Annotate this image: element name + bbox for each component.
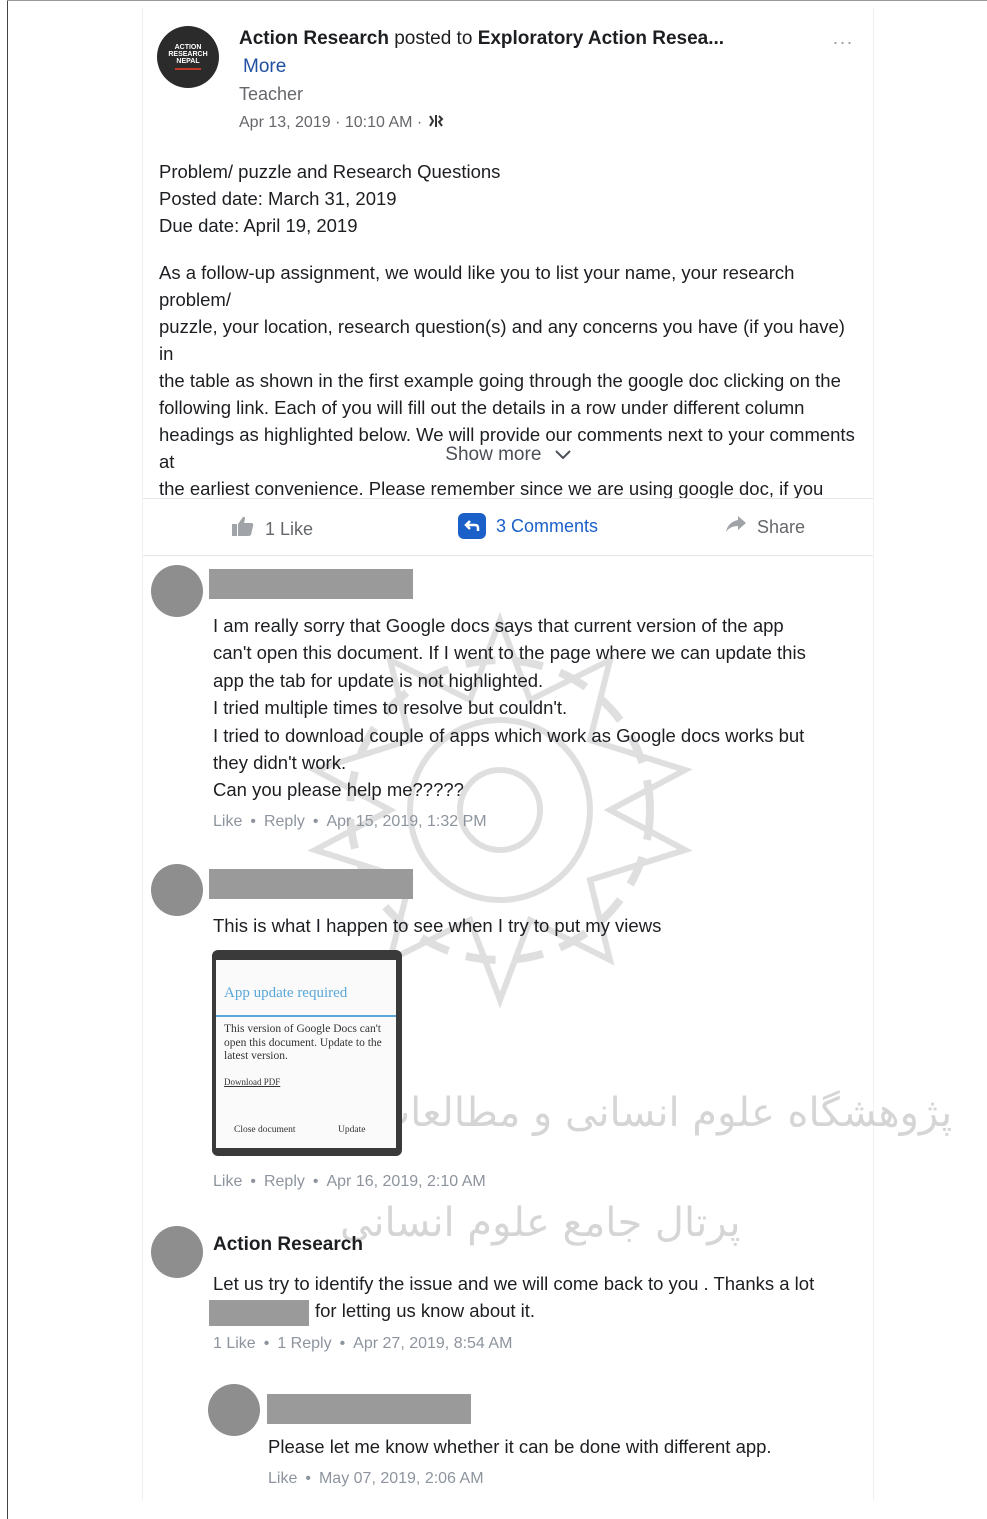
- audience-icon: [428, 113, 444, 133]
- post-heading-line: Problem/ puzzle and Research Questions: [159, 161, 501, 182]
- post-title-line: Action Research posted to Exploratory Ac…: [239, 28, 724, 50]
- author-link[interactable]: Action Research: [239, 28, 389, 49]
- post-dateline: Apr 13, 2019 · 10:10 AM ·: [239, 113, 444, 133]
- comment-meta: 1 Like • 1 Reply • Apr 27, 2019, 8:54 AM: [213, 1335, 513, 1352]
- redacted-name-bar: [209, 569, 413, 599]
- post-date[interactable]: Apr 13, 2019 · 10:10 AM ·: [239, 114, 422, 132]
- comment-reply-link[interactable]: Reply: [264, 813, 305, 830]
- commenter-avatar[interactable]: [151, 565, 203, 617]
- posted-to-text: posted to: [394, 28, 473, 49]
- post-header: ACTION RESEARCH NEPAL Action Research po…: [143, 8, 873, 148]
- page-border-left: [7, 0, 8, 1519]
- logo-text-2: RESEARCH: [168, 51, 208, 58]
- comment-meta: Like • Reply • Apr 15, 2019, 1:32 PM: [213, 813, 487, 830]
- post-body-line: As a follow-up assignment, we would like…: [159, 262, 795, 310]
- dialog-title: App update required: [224, 985, 348, 1001]
- comment-text: This is what I happen to see when I try …: [213, 915, 662, 936]
- reply-date[interactable]: May 07, 2019, 2:06 AM: [319, 1470, 484, 1487]
- thumbs-up-icon: [231, 515, 255, 543]
- logo-text-1: ACTION: [174, 44, 202, 51]
- post-body-line: puzzle, your location, research question…: [159, 316, 845, 364]
- dialog-download-link: Download PDF: [224, 1077, 281, 1087]
- comment-bubble-icon: [458, 513, 486, 539]
- reply-avatar[interactable]: [208, 1384, 260, 1436]
- like-count: 1 Like: [265, 518, 314, 539]
- comment-like-link[interactable]: 1 Like: [213, 1335, 256, 1352]
- share-label: Share: [757, 516, 806, 537]
- comment-text: I am really sorry that Google docs says …: [213, 612, 806, 804]
- post-heading-line: Posted date: March 31, 2019: [159, 188, 397, 209]
- post-body-line: following link. Each of you will fill ou…: [159, 397, 805, 418]
- comments-count: 3 Comments: [496, 515, 599, 536]
- comment-text-line: for letting us know about it.: [315, 1300, 536, 1321]
- dialog-close-button: Close document: [234, 1125, 296, 1135]
- comment-date[interactable]: Apr 16, 2019, 2:10 AM: [326, 1173, 485, 1190]
- comment-like-link[interactable]: Like: [213, 1173, 242, 1190]
- dialog-body: This version of Google Docs can't open t…: [224, 1023, 382, 1062]
- chevron-down-icon: [554, 444, 571, 466]
- show-more-button[interactable]: Show more: [143, 444, 873, 466]
- share-button[interactable]: Share: [725, 515, 805, 539]
- commenter-avatar[interactable]: [151, 1226, 203, 1278]
- comment-line: I tried to download couple of apps which…: [213, 724, 805, 746]
- post-options-icon[interactable]: ...: [833, 28, 854, 49]
- commenter-name[interactable]: Action Research: [213, 1234, 363, 1256]
- attached-screenshot[interactable]: App update required This version of Goog…: [212, 950, 402, 1156]
- group-logo-avatar[interactable]: ACTION RESEARCH NEPAL: [157, 26, 219, 88]
- comment-text-line: Let us try to identify the issue and we …: [213, 1273, 815, 1294]
- comment-reply-link[interactable]: Reply: [264, 1173, 305, 1190]
- dialog-divider: [216, 1015, 396, 1017]
- comment-date[interactable]: Apr 15, 2019, 1:32 PM: [326, 813, 486, 830]
- comment-date[interactable]: Apr 27, 2019, 8:54 AM: [353, 1335, 512, 1352]
- post-action-bar: 1 Like 3 Comments Share: [143, 498, 873, 556]
- commenter-avatar[interactable]: [151, 864, 203, 916]
- comment-reply-link[interactable]: 1 Reply: [277, 1335, 331, 1352]
- screenshot-dialog: App update required This version of Goog…: [216, 960, 396, 1148]
- author-role: Teacher: [239, 84, 304, 104]
- post-body-line: the table as shown in the first example …: [159, 370, 841, 391]
- comment-line: Can you please help me?????: [213, 779, 464, 801]
- reply-text: Please let me know whether it can be don…: [268, 1436, 772, 1457]
- dialog-update-button: Update: [338, 1125, 366, 1135]
- reply-like-link[interactable]: Like: [268, 1470, 297, 1487]
- comment-like-link[interactable]: Like: [213, 813, 242, 830]
- comments-button[interactable]: 3 Comments: [458, 513, 598, 539]
- comment-line: I tried multiple times to resolve but co…: [213, 697, 568, 719]
- comment-meta: Like • Reply • Apr 16, 2019, 2:10 AM: [213, 1173, 486, 1190]
- post-heading-line: Due date: April 19, 2019: [159, 215, 358, 236]
- redacted-name-bar: [267, 1394, 471, 1424]
- group-link[interactable]: Exploratory Action Resea...: [478, 28, 724, 49]
- reply-meta: Like • May 07, 2019, 2:06 AM: [268, 1470, 484, 1487]
- like-button[interactable]: 1 Like: [231, 515, 313, 543]
- show-more-label: Show more: [445, 444, 542, 466]
- logo-text-3: NEPAL: [176, 58, 200, 65]
- comment-line: can't open this document. If I went to t…: [213, 642, 806, 664]
- comment-line: I am really sorry that Google docs says …: [213, 615, 784, 636]
- redacted-name-bar: [209, 869, 413, 899]
- logo-accent-line: [175, 68, 201, 70]
- share-arrow-icon: [725, 515, 747, 539]
- page-border-top: [7, 0, 987, 1]
- comment-line: they didn't work.: [213, 752, 347, 774]
- comment-line: app the tab for update is not highlighte…: [213, 669, 544, 691]
- redacted-mention-bar: [209, 1300, 309, 1326]
- more-link[interactable]: More: [243, 56, 286, 78]
